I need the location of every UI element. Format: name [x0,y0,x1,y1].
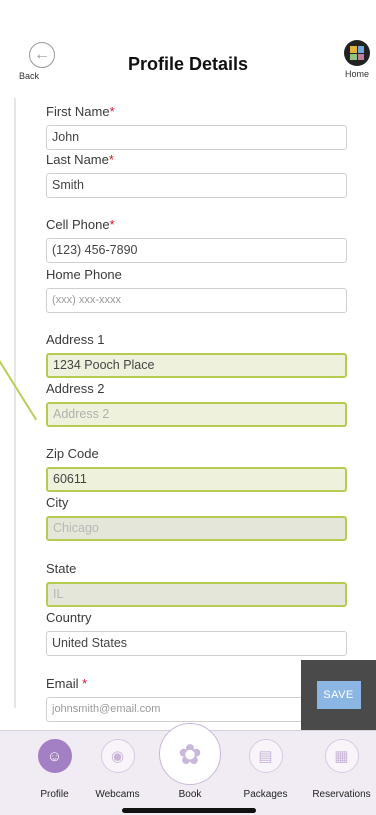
tab-webcams-label: Webcams [95,789,140,800]
home-indicator [122,808,256,813]
home-phone-field: Home Phone (xxx) xxx-xxxx [46,266,347,313]
country-field: Country United States [46,609,347,656]
address2-field: Address 2 Address 2 [46,380,347,427]
address1-field: Address 1 1234 Pooch Place [46,331,347,378]
first-name-input[interactable]: John [46,125,347,150]
cell-phone-label: Cell Phone* [46,217,115,232]
city-field: City Chicago [46,494,347,541]
city-input[interactable]: Chicago [46,516,347,541]
last-name-field: Last Name* Smith [46,151,347,198]
first-name-label: First Name* [46,104,115,119]
tab-book-label: Book [178,789,202,800]
accent-line [0,360,38,421]
tab-packages[interactable]: ▤ Packages [228,739,303,800]
bottom-tab-bar: ☺ Profile ◉ Webcams ✿ Book ▤ Packages ▦ … [0,723,376,815]
page-title: Profile Details [127,54,249,74]
tab-webcams[interactable]: ◉ Webcams [80,739,155,800]
zip-code-input[interactable]: 60611 [46,467,347,492]
last-name-label: Last Name* [46,152,114,167]
city-label: City [46,495,69,510]
country-input[interactable]: United States [46,631,347,656]
last-name-input[interactable]: Smith [46,173,347,198]
state-label: State [46,561,77,576]
calendar-icon: ▦ [324,739,359,773]
home-logo-icon [344,40,370,66]
first-name-field: First Name* John [46,103,347,150]
address2-input[interactable]: Address 2 [46,402,347,427]
country-label: Country [46,610,92,625]
save-panel: SAVE [301,660,376,730]
tab-reservations-label: Reservations [312,789,371,800]
address1-input[interactable]: 1234 Pooch Place [46,353,347,378]
tab-book[interactable]: ✿ [159,723,221,785]
webcam-icon: ◉ [100,739,135,773]
address1-label: Address 1 [46,332,105,347]
home-label: Home [344,69,369,79]
home-phone-input[interactable]: (xxx) xxx-xxxx [46,288,347,313]
home-button[interactable]: Home [340,40,374,79]
tab-reservations[interactable]: ▦ Reservations [304,739,376,800]
home-phone-label: Home Phone [46,267,122,282]
person-icon: ☺ [37,739,72,773]
scroll-rail [14,98,16,708]
zip-code-field: Zip Code 60611 [46,445,347,492]
header-bar: ← Back Profile Details Home [0,0,376,90]
address2-label: Address 2 [46,381,105,396]
cell-phone-field: Cell Phone* (123) 456-7890 [46,216,347,263]
save-button[interactable]: SAVE [316,681,361,709]
state-input[interactable]: IL [46,582,347,607]
paw-icon: ✿ [178,738,202,770]
id-card-icon: ▤ [248,739,283,773]
cell-phone-input[interactable]: (123) 456-7890 [46,238,347,263]
tab-packages-label: Packages [243,789,288,800]
zip-code-label: Zip Code [46,446,99,461]
state-field: State IL [46,560,347,607]
